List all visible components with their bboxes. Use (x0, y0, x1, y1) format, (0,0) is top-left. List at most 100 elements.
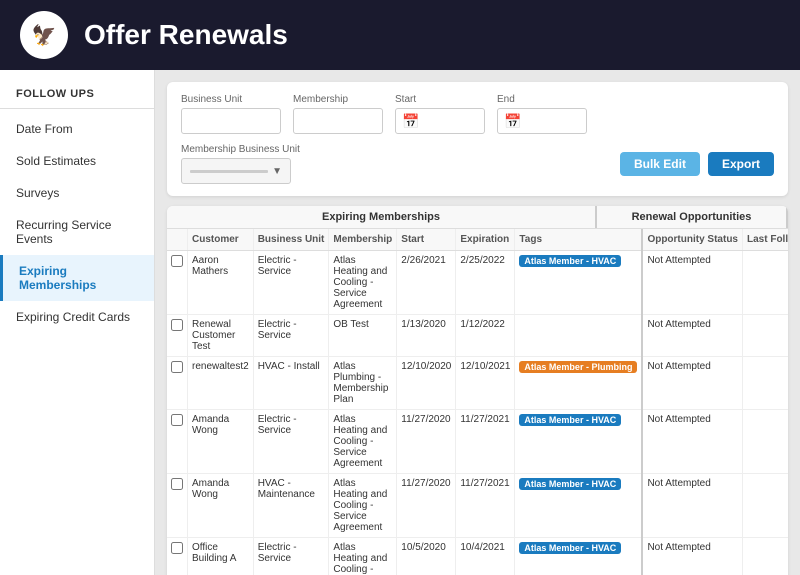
cell-last-follow-up (743, 251, 789, 315)
app-header: 🦅 Offer Renewals (0, 0, 800, 70)
cell-opportunity-status: Not Attempted (642, 357, 742, 410)
sidebar: FOLLOW UPS Date FromSold EstimatesSurvey… (0, 70, 155, 575)
sidebar-item-surveys[interactable]: Surveys (0, 177, 154, 209)
col-start[interactable]: Start (397, 229, 456, 251)
sidebar-item-expiring-memberships[interactable]: Expiring Memberships (0, 255, 154, 301)
cell-customer: Renewal Customer Test (188, 315, 254, 357)
cell-opportunity-status: Not Attempted (642, 315, 742, 357)
cell-expiration: 10/4/2021 (456, 538, 515, 575)
cell-business-unit: Electric - Service (253, 538, 329, 575)
col-tags[interactable]: Tags (515, 229, 643, 251)
end-field: End 📅 (497, 94, 587, 134)
cell-customer: Amanda Wong (188, 410, 254, 474)
tag-badge: Atlas Member - HVAC (519, 255, 621, 267)
end-calendar-icon: 📅 (504, 113, 521, 130)
table-row: Amanda WongHVAC - MaintenanceAtlas Heati… (167, 474, 788, 538)
col-check (167, 229, 188, 251)
tag-badge: Atlas Member - HVAC (519, 478, 621, 490)
select-bar (190, 170, 268, 173)
cell-tags: Atlas Member - HVAC (515, 474, 643, 538)
cell-start: 10/5/2020 (397, 538, 456, 575)
membership-bu-label: Membership Business Unit (181, 144, 300, 155)
tag-badge: Atlas Member - HVAC (519, 414, 621, 426)
filter-row-1: Business Unit Membership Start 📅 End (181, 94, 774, 134)
sidebar-divider (0, 108, 154, 109)
row-checkbox[interactable] (171, 414, 183, 426)
cell-membership: Atlas Plumbing - Membership Plan (329, 357, 397, 410)
sidebar-item-date-from[interactable]: Date From (0, 113, 154, 145)
col-opportunity-status[interactable]: Opportunity Status (642, 229, 742, 251)
cell-tags: Atlas Member - Plumbing (515, 357, 643, 410)
col-customer[interactable]: Customer (188, 229, 254, 251)
cell-membership: Atlas Heating and Cooling - Service Agre… (329, 251, 397, 315)
cell-last-follow-up (743, 538, 789, 575)
cell-last-follow-up (743, 474, 789, 538)
cell-opportunity-status: Not Attempted (642, 410, 742, 474)
col-membership[interactable]: Membership (329, 229, 397, 251)
chevron-down-icon: ▼ (272, 166, 282, 177)
sidebar-item-sold-estimates[interactable]: Sold Estimates (0, 145, 154, 177)
cell-customer: Aaron Mathers (188, 251, 254, 315)
cell-business-unit: HVAC - Install (253, 357, 329, 410)
cell-expiration: 11/27/2021 (456, 474, 515, 538)
group-header-renewal: Renewal Opportunities (597, 206, 788, 228)
row-checkbox[interactable] (171, 319, 183, 331)
row-checkbox[interactable] (171, 542, 183, 554)
membership-bu-select[interactable]: ▼ (181, 158, 291, 184)
table-row: renewaltest2HVAC - InstallAtlas Plumbing… (167, 357, 788, 410)
sidebar-nav: Date FromSold EstimatesSurveysRecurring … (0, 113, 154, 333)
sidebar-item-recurring-service-events[interactable]: Recurring Service Events (0, 209, 154, 255)
cell-tags: Atlas Member - HVAC (515, 251, 643, 315)
end-date-input[interactable]: 📅 (497, 108, 587, 134)
cell-tags: Atlas Member - HVAC (515, 538, 643, 575)
page-title: Offer Renewals (84, 19, 288, 51)
cell-opportunity-status: Not Attempted (642, 538, 742, 575)
cell-last-follow-up (743, 357, 789, 410)
membership-label: Membership (293, 94, 383, 105)
cell-expiration: 12/10/2021 (456, 357, 515, 410)
row-checkbox[interactable] (171, 478, 183, 490)
sidebar-section-title: FOLLOW UPS (0, 80, 154, 104)
content-area: Business Unit Membership Start 📅 End (155, 70, 800, 575)
group-header-expiring: Expiring Memberships (167, 206, 597, 228)
logo-icon: 🦅 (32, 23, 57, 48)
row-checkbox[interactable] (171, 361, 183, 373)
tag-badge: Atlas Member - Plumbing (519, 361, 637, 373)
export-button[interactable]: Export (708, 152, 774, 176)
table-row: Amanda WongElectric - ServiceAtlas Heati… (167, 410, 788, 474)
table-body: Aaron MathersElectric - ServiceAtlas Hea… (167, 251, 788, 575)
start-date-input[interactable]: 📅 (395, 108, 485, 134)
filter-panel: Business Unit Membership Start 📅 End (167, 82, 788, 196)
cell-customer: Office Building A (188, 538, 254, 575)
col-expiration[interactable]: Expiration (456, 229, 515, 251)
membership-bu-field: Membership Business Unit ▼ (181, 144, 300, 184)
cell-last-follow-up (743, 315, 789, 357)
sidebar-item-expiring-credit-cards[interactable]: Expiring Credit Cards (0, 301, 154, 333)
start-calendar-icon: 📅 (402, 113, 419, 130)
tag-badge: Atlas Member - HVAC (519, 542, 621, 554)
table-row: Aaron MathersElectric - ServiceAtlas Hea… (167, 251, 788, 315)
cell-tags: Atlas Member - HVAC (515, 410, 643, 474)
table-group-headers: Expiring Memberships Renewal Opportuniti… (167, 206, 788, 229)
cell-membership: Atlas Heating and Cooling - Service Agre… (329, 474, 397, 538)
col-business-unit[interactable]: Business Unit (253, 229, 329, 251)
membership-field: Membership (293, 94, 383, 134)
cell-start: 12/10/2020 (397, 357, 456, 410)
cell-membership: Atlas Heating and Cooling - Service Agre… (329, 538, 397, 575)
cell-membership: OB Test (329, 315, 397, 357)
cell-start: 1/13/2020 (397, 315, 456, 357)
action-buttons: Bulk Edit Export (620, 152, 774, 176)
cell-last-follow-up (743, 410, 789, 474)
cell-customer: Amanda Wong (188, 474, 254, 538)
cell-expiration: 2/25/2022 (456, 251, 515, 315)
table-row: Office Building AElectric - ServiceAtlas… (167, 538, 788, 575)
cell-business-unit: HVAC - Maintenance (253, 474, 329, 538)
table-column-headers: Customer Business Unit Membership Start … (167, 229, 788, 251)
business-unit-input[interactable] (181, 108, 281, 134)
cell-opportunity-status: Not Attempted (642, 474, 742, 538)
row-checkbox[interactable] (171, 255, 183, 267)
cell-expiration: 1/12/2022 (456, 315, 515, 357)
bulk-edit-button[interactable]: Bulk Edit (620, 152, 700, 176)
membership-input[interactable] (293, 108, 383, 134)
col-last-follow-up[interactable]: Last Follow Up Date (743, 229, 789, 251)
